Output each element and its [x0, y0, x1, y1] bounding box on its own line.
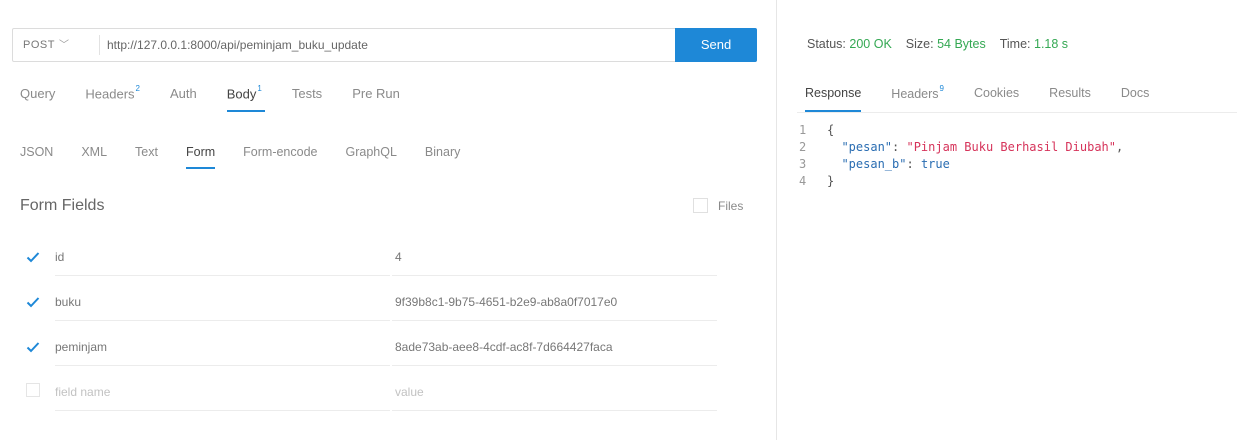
field-name-input[interactable]: id — [55, 238, 390, 276]
line-number: 3 — [799, 157, 807, 171]
field-name-input[interactable]: peminjam — [55, 328, 390, 366]
tab-label: Body — [226, 86, 257, 102]
field-name-placeholder[interactable]: field name — [55, 373, 390, 411]
response-pane: Status: 200 OK Size: 54 Bytes Time: 1.18… — [777, 0, 1252, 440]
code-line: 4} — [799, 173, 1123, 190]
files-toggle[interactable]: Files — [693, 198, 743, 213]
tab-cookies[interactable]: Cookies — [974, 86, 1019, 112]
tab-headers[interactable]: Headers2 — [85, 84, 140, 112]
tabs-underline — [797, 112, 1237, 113]
tab-label: Headers — [85, 86, 135, 102]
tab-badge: 9 — [939, 84, 944, 93]
url-bar: POST﹀ Send — [12, 28, 757, 62]
line-number: 1 — [799, 123, 807, 137]
time-label: Time: — [999, 37, 1031, 51]
size-label: Size: — [905, 37, 934, 51]
form-fields-list: id 4 buku 9f39b8c1-9b75-4651-b2e9-ab8a0f… — [20, 238, 720, 418]
url-input[interactable] — [107, 29, 667, 61]
checkmark-icon[interactable] — [25, 339, 41, 355]
field-value-placeholder[interactable]: value — [392, 373, 717, 411]
tab-label: Docs — [1120, 86, 1150, 100]
form-row: id 4 — [20, 238, 720, 283]
tab-badge: 2 — [135, 84, 140, 93]
request-tabs: Query Headers2 Auth Body1 Tests Pre Run — [20, 84, 430, 112]
tab-label: Tests — [291, 86, 323, 101]
files-checkbox[interactable] — [693, 198, 708, 213]
field-name-input[interactable]: buku — [55, 283, 390, 321]
method-select[interactable]: POST ﹀ — [13, 29, 69, 61]
form-row-empty: field name value — [20, 373, 720, 418]
body-tab-graphql[interactable]: GraphQL — [346, 145, 397, 169]
response-tabs: Response Headers9 Cookies Results Docs — [805, 84, 1149, 112]
tab-label: Results — [1049, 86, 1091, 100]
size-info: Size: 54 Bytes — [906, 37, 986, 51]
status-value: 200 OK — [849, 37, 892, 51]
field-value-input[interactable]: 9f39b8c1-9b75-4651-b2e9-ab8a0f7017e0 — [392, 283, 717, 321]
tab-label: Cookies — [974, 86, 1020, 100]
body-tab-text[interactable]: Text — [135, 145, 158, 169]
method-label: POST — [23, 39, 55, 51]
body-tab-binary[interactable]: Binary — [425, 145, 460, 169]
response-status-bar: Status: 200 OK Size: 54 Bytes Time: 1.18… — [807, 37, 1082, 51]
form-fields-title: Form Fields — [20, 197, 105, 214]
request-pane: POST﹀ Send Query Headers2 Auth Body1 Tes… — [0, 0, 772, 440]
json-key: "pesan" — [841, 140, 893, 154]
json-trail: , — [1116, 140, 1124, 154]
code-line: 2 "pesan": "Pinjam Buku Berhasil Diubah"… — [799, 140, 1124, 154]
tab-pre-run[interactable]: Pre Run — [352, 86, 400, 112]
body-tab-form-encode[interactable]: Form-encode — [243, 145, 317, 169]
json-string-value: "Pinjam Buku Berhasil Diubah" — [906, 140, 1116, 154]
size-value: 54 Bytes — [937, 37, 986, 51]
tab-label: Pre Run — [352, 86, 400, 101]
tab-body[interactable]: Body1 — [226, 84, 265, 112]
tab-tests[interactable]: Tests — [292, 86, 322, 112]
files-label: Files — [718, 198, 744, 213]
body-tab-form[interactable]: Form — [185, 145, 216, 169]
form-row: buku 9f39b8c1-9b75-4651-b2e9-ab8a0f7017e… — [20, 283, 720, 328]
tab-label: Query — [20, 86, 56, 101]
body-type-tabs: JSON XML Text Form Form-encode GraphQL B… — [20, 145, 488, 169]
checkmark-icon[interactable] — [25, 249, 41, 265]
status-info: Status: 200 OK — [807, 37, 892, 51]
json-key: "pesan_b" — [841, 157, 907, 171]
field-value-input[interactable]: 8ade73ab-aee8-4cdf-ac8f-7d664427faca — [392, 328, 717, 366]
response-body: 1{ 2 "pesan": "Pinjam Buku Berhasil Diub… — [799, 122, 1123, 190]
code-line: 3 "pesan_b": true — [799, 157, 950, 171]
status-label: Status: — [807, 37, 846, 51]
url-divider — [99, 35, 100, 55]
checkmark-icon[interactable] — [25, 294, 41, 310]
chevron-down-icon: ﹀ — [58, 40, 70, 51]
tab-label: Response — [805, 86, 862, 100]
line-number: 4 — [799, 174, 807, 188]
json-bool-value: true — [920, 157, 950, 171]
tab-query[interactable]: Query — [20, 86, 55, 112]
body-tab-xml[interactable]: XML — [81, 145, 107, 169]
line-number: 2 — [799, 140, 807, 154]
body-tab-json[interactable]: JSON — [20, 145, 53, 169]
tab-badge: 1 — [257, 84, 262, 93]
tab-docs[interactable]: Docs — [1121, 86, 1149, 112]
form-row: peminjam 8ade73ab-aee8-4cdf-ac8f-7d66442… — [20, 328, 720, 373]
field-value-input[interactable]: 4 — [392, 238, 717, 276]
tab-label: Auth — [170, 86, 197, 101]
time-value: 1.18 s — [1034, 37, 1069, 51]
code-text: } — [827, 174, 835, 188]
send-button[interactable]: Send — [675, 28, 757, 62]
code-line: 1{ — [799, 122, 1123, 139]
tab-response-headers[interactable]: Headers9 — [891, 84, 944, 112]
tab-response[interactable]: Response — [805, 86, 862, 112]
empty-checkbox[interactable] — [26, 383, 40, 397]
tab-label: Headers — [891, 87, 939, 102]
code-text: { — [827, 123, 835, 137]
time-info: Time: 1.18 s — [1000, 37, 1068, 51]
tab-results[interactable]: Results — [1049, 86, 1091, 112]
tab-auth[interactable]: Auth — [170, 86, 197, 112]
